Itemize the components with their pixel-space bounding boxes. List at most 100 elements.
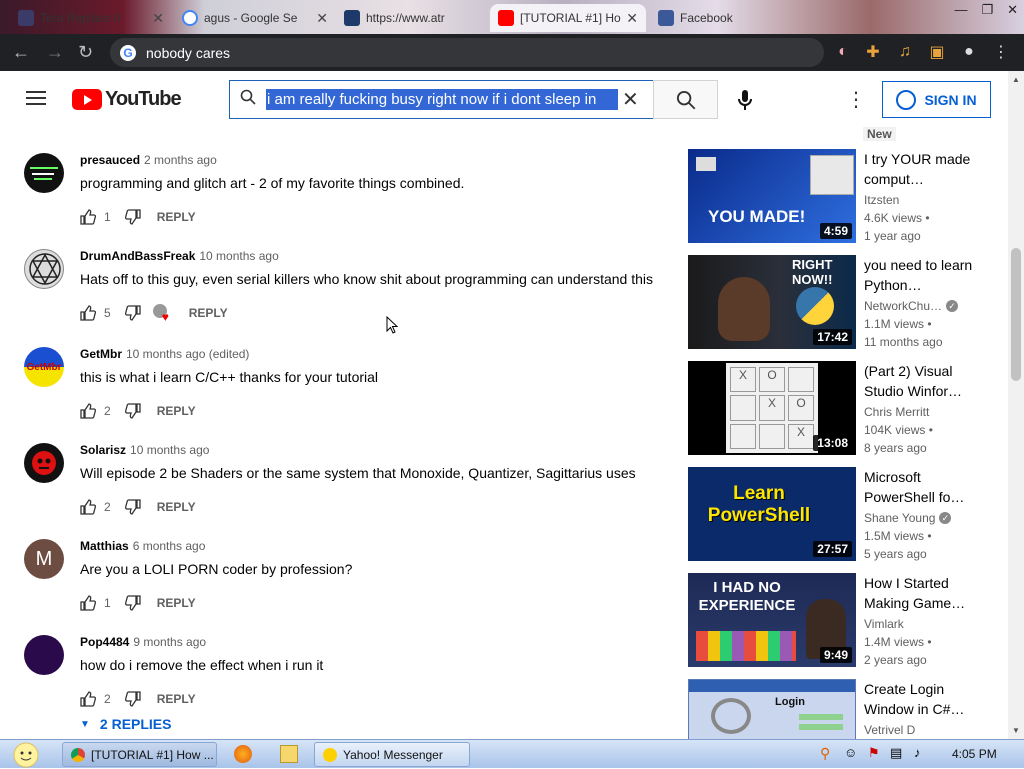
dislike-icon[interactable] bbox=[124, 499, 141, 515]
reply-button[interactable]: REPLY bbox=[157, 596, 196, 610]
hamburger-menu-icon[interactable] bbox=[26, 91, 46, 105]
comment-author[interactable]: GetMbr bbox=[80, 347, 122, 361]
comment-time[interactable]: 9 months ago bbox=[133, 635, 206, 649]
settings-dots-icon[interactable]: ⋮ bbox=[846, 87, 866, 112]
folder-icon[interactable] bbox=[280, 745, 298, 763]
close-window-icon[interactable]: ✕ bbox=[1007, 2, 1018, 18]
video-item[interactable]: RIGHT NOW!! 17:42 you need to learn Pyth… bbox=[688, 255, 1008, 351]
taskbar-yahoo-button[interactable]: Yahoo! Messenger bbox=[314, 742, 470, 767]
tab-atr[interactable]: https://www.atr bbox=[336, 4, 488, 32]
avatar[interactable] bbox=[24, 443, 64, 483]
maximize-icon[interactable]: ❐ bbox=[981, 2, 993, 18]
comment-author[interactable]: Solarisz bbox=[80, 443, 126, 457]
video-title[interactable]: How I Started Making Game… bbox=[864, 573, 974, 613]
video-thumbnail[interactable]: Learn PowerShell 27:57 bbox=[688, 467, 856, 561]
video-title[interactable]: Create Login Window in C#… bbox=[864, 679, 974, 719]
video-thumbnail[interactable]: YOU MADE! 4:59 bbox=[688, 149, 856, 243]
tab-wr[interactable]: Tera Replace Il ✕ bbox=[10, 4, 172, 32]
close-icon[interactable]: ✕ bbox=[152, 10, 164, 27]
youtube-logo[interactable]: YouTube bbox=[72, 88, 182, 111]
like-icon[interactable] bbox=[80, 403, 97, 419]
dislike-icon[interactable] bbox=[124, 595, 141, 611]
taskbar-clock[interactable]: 4:05 PM bbox=[952, 747, 997, 761]
video-channel[interactable]: Vetrivel D bbox=[864, 723, 915, 737]
network-tray-icon[interactable]: ▤ bbox=[890, 745, 908, 763]
reply-button[interactable]: REPLY bbox=[189, 306, 228, 320]
scroll-down-icon[interactable]: ▼ bbox=[1012, 726, 1020, 735]
microphone-icon[interactable] bbox=[735, 89, 755, 111]
video-thumbnail[interactable]: XO XO X 13:08 bbox=[688, 361, 856, 455]
smiley-tray-icon[interactable]: ☺ bbox=[844, 745, 862, 763]
scroll-up-icon[interactable]: ▲ bbox=[1012, 75, 1020, 84]
reply-button[interactable]: REPLY bbox=[157, 210, 196, 224]
tab-google[interactable]: agus - Google Se ✕ bbox=[174, 4, 336, 32]
dislike-icon[interactable] bbox=[124, 403, 141, 419]
video-thumbnail[interactable]: I HAD NO EXPERIENCE 9:49 bbox=[688, 573, 856, 667]
avatar[interactable]: GetMbr bbox=[24, 347, 64, 387]
like-icon[interactable] bbox=[80, 691, 97, 707]
menu-dots-icon[interactable]: ⋮ bbox=[992, 43, 1010, 61]
like-icon[interactable] bbox=[80, 499, 97, 515]
like-icon[interactable] bbox=[80, 595, 97, 611]
clear-search-icon[interactable]: ✕ bbox=[622, 87, 639, 112]
comment-time[interactable]: 2 months ago bbox=[144, 153, 217, 167]
comment-author[interactable]: DrumAndBassFreak bbox=[80, 249, 195, 263]
volume-tray-icon[interactable]: ♪ bbox=[914, 745, 932, 763]
video-channel[interactable]: Vimlark bbox=[864, 617, 904, 631]
firefox-icon[interactable] bbox=[234, 745, 252, 763]
video-item[interactable]: Login Create Login Window in C#… Vetrive… bbox=[688, 679, 1008, 739]
avatar[interactable]: M bbox=[24, 539, 64, 579]
address-bar[interactable]: G nobody cares bbox=[110, 38, 824, 67]
search-input[interactable]: i am really fucking busy right now if i … bbox=[229, 80, 654, 119]
comment-time[interactable]: 6 months ago bbox=[133, 539, 206, 553]
minimize-icon[interactable]: — bbox=[954, 2, 967, 18]
video-channel[interactable]: Shane Young bbox=[864, 511, 935, 525]
avatar[interactable] bbox=[24, 153, 64, 193]
reload-icon[interactable]: ↻ bbox=[78, 42, 93, 63]
view-replies-button[interactable]: ▼ 2 REPLIES bbox=[80, 716, 172, 732]
video-thumbnail[interactable]: RIGHT NOW!! 17:42 bbox=[688, 255, 856, 349]
dislike-icon[interactable] bbox=[124, 209, 141, 225]
video-title[interactable]: I try YOUR made comput… bbox=[864, 149, 974, 189]
like-icon[interactable] bbox=[80, 305, 97, 321]
puzzle-extension-icon[interactable]: ✚ bbox=[864, 43, 882, 61]
sign-in-button[interactable]: SIGN IN bbox=[882, 81, 991, 118]
reply-button[interactable]: REPLY bbox=[157, 692, 196, 706]
close-icon[interactable]: ✕ bbox=[316, 10, 328, 27]
video-item[interactable]: YOU MADE! 4:59 I try YOUR made comput… I… bbox=[688, 149, 1008, 245]
forward-arrow-icon[interactable]: → bbox=[46, 42, 64, 63]
back-arrow-icon[interactable]: ← bbox=[12, 42, 30, 63]
dislike-icon[interactable] bbox=[124, 691, 141, 707]
comment-time[interactable]: 10 months ago bbox=[130, 443, 209, 457]
tab-facebook[interactable]: Facebook bbox=[650, 4, 800, 32]
video-thumbnail[interactable]: Login bbox=[688, 679, 856, 739]
video-channel[interactable]: Itzsten bbox=[864, 193, 899, 207]
video-item[interactable]: I HAD NO EXPERIENCE 9:49 How I Started M… bbox=[688, 573, 1008, 669]
profile-icon[interactable]: ● bbox=[960, 43, 978, 61]
page-scrollbar[interactable]: ▲ ▼ bbox=[1008, 71, 1024, 739]
comment-author[interactable]: presauced bbox=[80, 153, 140, 167]
search-query-text[interactable]: i am really fucking busy right now if i … bbox=[266, 89, 618, 110]
video-channel[interactable]: NetworkChu… bbox=[864, 299, 942, 313]
avatar[interactable] bbox=[24, 249, 64, 289]
start-button[interactable] bbox=[6, 740, 46, 769]
dislike-icon[interactable] bbox=[124, 305, 141, 321]
video-title[interactable]: (Part 2) Visual Studio Winfor… bbox=[864, 361, 974, 401]
comment-author[interactable]: Matthias bbox=[80, 539, 129, 553]
scrollbar-thumb[interactable] bbox=[1011, 248, 1021, 381]
comment-time[interactable]: 10 months ago bbox=[199, 249, 278, 263]
video-channel[interactable]: Chris Merritt bbox=[864, 405, 929, 419]
sidepanel-icon[interactable]: ▣ bbox=[928, 43, 946, 61]
taskbar-chrome-button[interactable]: [TUTORIAL #1] How ... bbox=[62, 742, 217, 767]
media-icon[interactable]: ♫ bbox=[896, 43, 914, 61]
reply-button[interactable]: REPLY bbox=[157, 404, 196, 418]
comment-time[interactable]: 10 months ago (edited) bbox=[126, 347, 249, 361]
comment-author[interactable]: Pop4484 bbox=[80, 635, 129, 649]
tab-youtube[interactable]: [TUTORIAL #1] Ho ✕ bbox=[490, 4, 646, 32]
flag-extension-icon[interactable]: ◐ bbox=[834, 43, 852, 61]
close-icon[interactable]: ✕ bbox=[626, 10, 638, 27]
search-button[interactable] bbox=[653, 80, 718, 119]
like-icon[interactable] bbox=[80, 209, 97, 225]
reply-button[interactable]: REPLY bbox=[157, 500, 196, 514]
video-item[interactable]: Learn PowerShell 27:57 Microsoft PowerSh… bbox=[688, 467, 1008, 563]
